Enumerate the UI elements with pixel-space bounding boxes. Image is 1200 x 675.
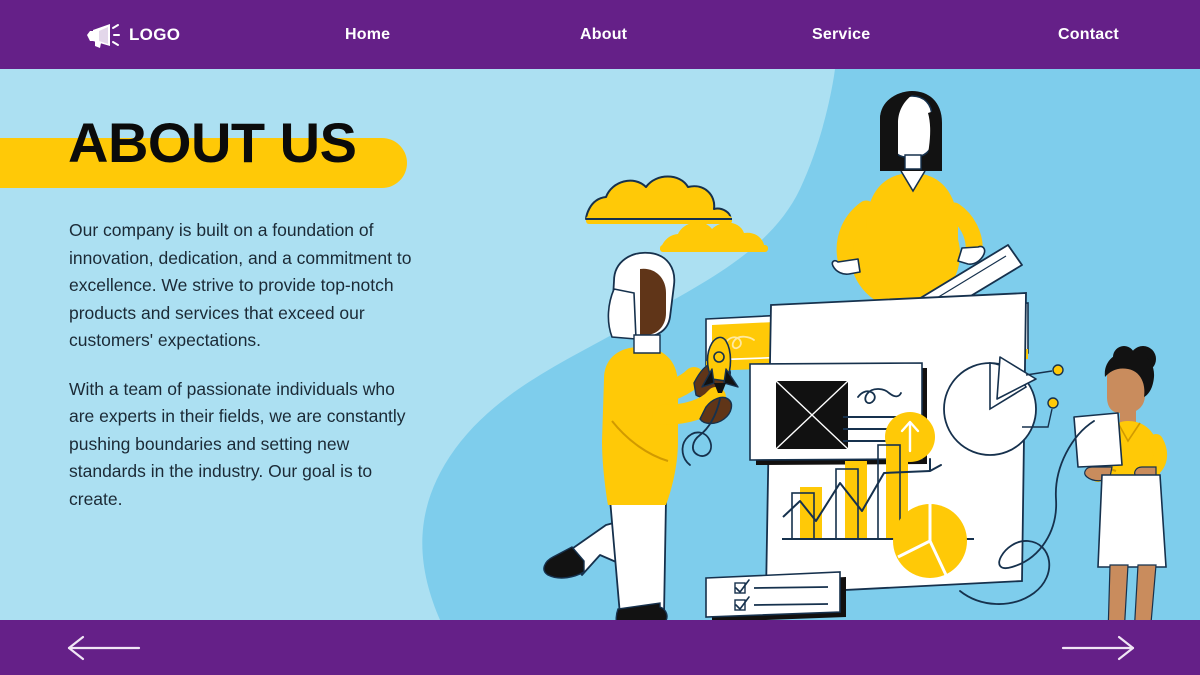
nav-link-service[interactable]: Service xyxy=(812,26,870,44)
page-title-group: ABOUT US xyxy=(0,111,407,188)
arrow-right-icon xyxy=(1061,635,1135,660)
arrow-left-icon xyxy=(67,635,141,660)
about-paragraph-1: Our company is built on a foundation of … xyxy=(69,220,412,350)
logo-text: LOGO xyxy=(129,24,181,44)
pie-chart-yellow xyxy=(893,504,967,578)
about-body-copy: Our company is built on a foundation of … xyxy=(69,217,419,513)
previous-slide-button[interactable] xyxy=(65,634,141,662)
nav-link-contact[interactable]: Contact xyxy=(1058,26,1119,44)
next-slide-button[interactable] xyxy=(1061,634,1137,662)
nav-link-home[interactable]: Home xyxy=(345,26,390,44)
nav-link-about[interactable]: About xyxy=(580,26,627,44)
footer-bar xyxy=(0,620,1200,675)
about-paragraph-2: With a team of passionate individuals wh… xyxy=(69,378,406,509)
brand-logo[interactable]: LOGO xyxy=(84,22,180,48)
page-title: ABOUT US xyxy=(68,111,357,174)
checklist-card xyxy=(705,571,846,620)
top-navbar: LOGO Home About Service Contact xyxy=(0,0,1200,69)
megaphone-icon xyxy=(84,22,120,48)
